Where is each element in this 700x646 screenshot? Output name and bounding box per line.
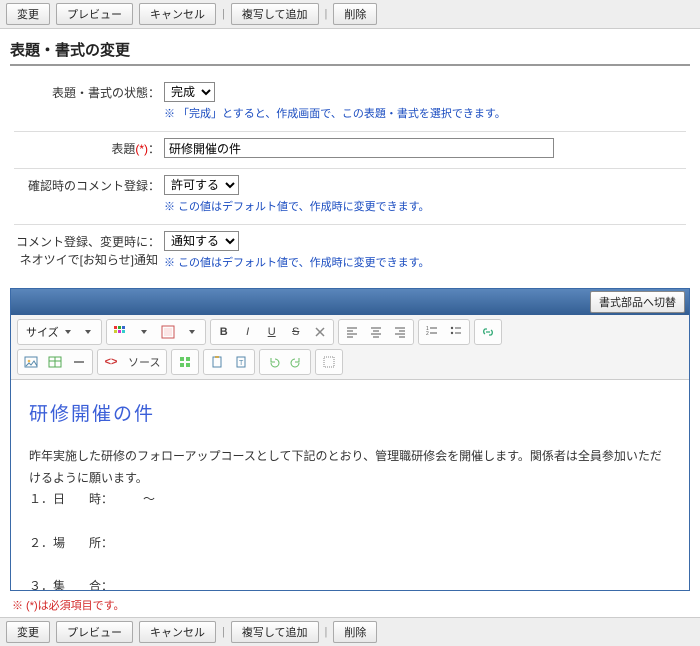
toolbar-separator: | <box>325 8 328 20</box>
image-icon[interactable] <box>20 352 42 372</box>
editor: 書式部品へ切替 サイズ <box>10 288 690 591</box>
show-blocks-icon[interactable] <box>318 352 340 372</box>
label-confirm-comment: 確認時のコメント登録： <box>14 175 164 194</box>
duplicate-button[interactable]: 複写して追加 <box>231 3 319 25</box>
preview-button[interactable]: プレビュー <box>56 3 133 25</box>
required-note: ※ (*)は必須項目です。 <box>12 597 688 613</box>
paste-icon[interactable] <box>206 352 228 372</box>
table-icon[interactable] <box>44 352 66 372</box>
svg-text:2: 2 <box>426 331 429 337</box>
row-confirm-comment: 確認時のコメント登録： 許可する ※ この値はデフォルト値で、作成時に変更できま… <box>14 169 686 225</box>
hr-icon[interactable] <box>68 352 90 372</box>
content-item: １．日 時： ～ <box>29 489 671 511</box>
update-button[interactable]: 変更 <box>6 3 50 25</box>
select-notify[interactable]: 通知する <box>164 231 239 251</box>
delete-button[interactable]: 削除 <box>333 621 377 643</box>
font-size-caret[interactable] <box>77 322 99 342</box>
align-right-icon[interactable] <box>389 322 411 342</box>
content-item: ２．場 所： <box>29 533 671 555</box>
text-color-icon[interactable] <box>109 322 131 342</box>
delete-button[interactable]: 削除 <box>333 3 377 25</box>
hint-confirm-comment: ※ この値はデフォルト値で、作成時に変更できます。 <box>164 198 686 214</box>
italic-icon[interactable]: I <box>237 322 259 342</box>
preview-button[interactable]: プレビュー <box>56 621 133 643</box>
content-heading: 研修開催の件 <box>29 398 671 432</box>
toolbar-separator: | <box>222 8 225 20</box>
undo-icon[interactable] <box>262 352 284 372</box>
hint-state: ※ 「完成」とすると、作成画面で、この表題・書式を選択できます。 <box>164 105 686 121</box>
text-color-caret[interactable] <box>133 322 155 342</box>
editor-toolbar: サイズ B I U S <box>11 315 689 380</box>
editor-header: 書式部品へ切替 <box>11 289 689 315</box>
editor-body[interactable]: 研修開催の件 昨年実施した研修のフォローアップコースとして下記のとおり、管理職研… <box>11 380 689 590</box>
select-state[interactable]: 完成 <box>164 82 215 102</box>
select-confirm-comment[interactable]: 許可する <box>164 175 239 195</box>
row-state: 表題・書式の状態： 完成 ※ 「完成」とすると、作成画面で、この表題・書式を選択… <box>14 76 686 132</box>
paste-text-icon[interactable]: T <box>230 352 252 372</box>
switch-parts-button[interactable]: 書式部品へ切替 <box>590 291 685 313</box>
toolbar-separator: | <box>325 626 328 638</box>
form-area: 表題・書式の状態： 完成 ※ 「完成」とすると、作成画面で、この表題・書式を選択… <box>0 66 700 284</box>
input-title[interactable] <box>164 138 554 158</box>
content-intro: 昨年実施した研修のフォローアップコースとして下記のとおり、管理職研修会を開催しま… <box>29 446 671 489</box>
source-button[interactable]: ソース <box>124 352 164 372</box>
bg-color-caret[interactable] <box>181 322 203 342</box>
ordered-list-icon[interactable]: 12 <box>421 322 443 342</box>
cancel-button[interactable]: キャンセル <box>139 3 216 25</box>
strike-icon[interactable]: S <box>285 322 307 342</box>
label-notify: コメント登録、変更時に： ネオツイで[お知らせ]通知 <box>14 231 164 269</box>
source-icon[interactable]: <> <box>100 352 122 372</box>
remove-format-icon[interactable] <box>309 322 331 342</box>
content-item: ３．集 合： <box>29 576 671 590</box>
page-title: 表題・書式の変更 <box>10 35 690 66</box>
update-button[interactable]: 変更 <box>6 621 50 643</box>
hint-notify: ※ この値はデフォルト値で、作成時に変更できます。 <box>164 254 686 270</box>
top-toolbar: 変更 プレビュー キャンセル | 複写して追加 | 削除 <box>0 0 700 29</box>
bottom-toolbar: 変更 プレビュー キャンセル | 複写して追加 | 削除 <box>0 617 700 646</box>
bg-color-icon[interactable] <box>157 322 179 342</box>
link-icon[interactable] <box>477 322 499 342</box>
svg-text:T: T <box>239 360 244 367</box>
font-size-combo[interactable]: サイズ <box>20 322 75 342</box>
bold-icon[interactable]: B <box>213 322 235 342</box>
row-notify: コメント登録、変更時に： ネオツイで[お知らせ]通知 通知する ※ この値はデフ… <box>14 225 686 280</box>
label-state: 表題・書式の状態： <box>14 82 164 101</box>
align-left-icon[interactable] <box>341 322 363 342</box>
cancel-button[interactable]: キャンセル <box>139 621 216 643</box>
underline-icon[interactable]: U <box>261 322 283 342</box>
unordered-list-icon[interactable] <box>445 322 467 342</box>
redo-icon[interactable] <box>286 352 308 372</box>
label-title: 表題(*)： <box>14 138 164 157</box>
row-title: 表題(*)： <box>14 132 686 169</box>
toolbar-separator: | <box>222 626 225 638</box>
align-center-icon[interactable] <box>365 322 387 342</box>
maximize-icon[interactable] <box>174 352 196 372</box>
duplicate-button[interactable]: 複写して追加 <box>231 621 319 643</box>
